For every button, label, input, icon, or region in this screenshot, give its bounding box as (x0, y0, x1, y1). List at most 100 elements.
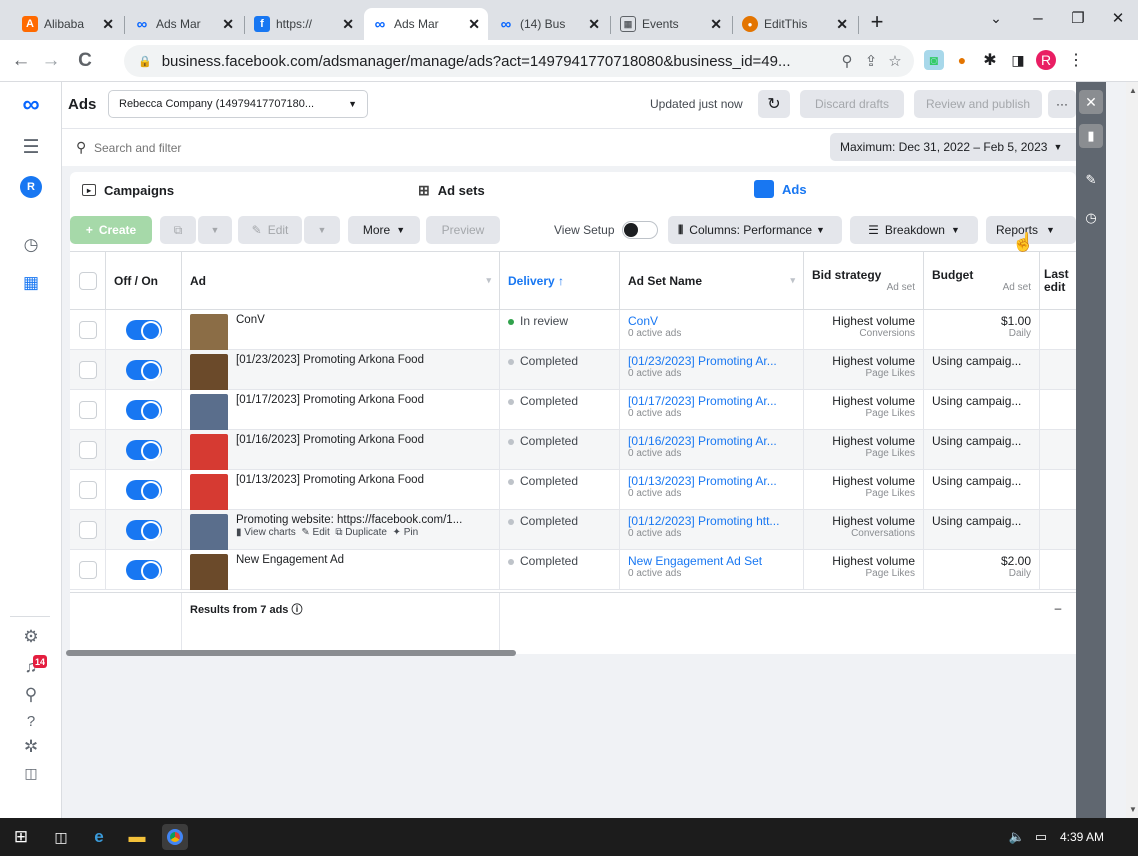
ad-on-off-toggle[interactable] (125, 400, 162, 420)
account-selector[interactable]: Rebecca Company (14979417707180... ▼ (108, 90, 368, 118)
row-checkbox[interactable] (78, 361, 97, 379)
ad-name-cell[interactable]: New Engagement Ad (182, 550, 500, 590)
network-icon[interactable]: ▭ (1028, 824, 1054, 850)
header-ad[interactable]: Ad ▾ (182, 252, 500, 310)
profile-avatar[interactable]: R (1036, 50, 1056, 70)
row-checkbox[interactable] (78, 401, 97, 419)
columns-button[interactable]: ⦀ Columns: Performance ▼ (668, 216, 842, 244)
chart-icon[interactable]: ▮ (1079, 124, 1103, 148)
edit-button[interactable]: ✎ Edit (238, 216, 302, 244)
bug-report-icon[interactable]: ✲ (18, 734, 44, 760)
pencil-icon[interactable]: ✎ (1079, 168, 1103, 192)
ad-set-link[interactable]: [01/16/2023] Promoting Ar... (628, 434, 795, 448)
browser-tab-alibaba[interactable]: A Alibaba ✕ (14, 8, 122, 40)
side-panel-icon[interactable]: ◨ (1008, 50, 1028, 70)
table-row[interactable]: [01/23/2023] Promoting Arkona Food Comple… (70, 350, 1076, 390)
settings-gear-icon[interactable]: ⚙ (18, 624, 44, 650)
maximize-button[interactable]: ❐ (1058, 0, 1098, 36)
ad-name[interactable]: New Engagement Ad (236, 554, 491, 566)
back-icon[interactable]: ← (6, 46, 36, 76)
ad-set-link[interactable]: ConV (628, 314, 795, 328)
row-checkbox[interactable] (78, 481, 97, 499)
cookie-extension-icon[interactable]: ● (952, 50, 972, 70)
ad-name[interactable]: [01/13/2023] Promoting Arkona Food (236, 474, 491, 486)
edit-dropdown[interactable]: ▼ (304, 216, 340, 244)
duplicate-button[interactable]: ⧉ (160, 216, 196, 244)
close-tab-icon[interactable]: ✕ (102, 16, 114, 33)
browser-tab-editthiscookie[interactable]: ● EditThis ✕ (734, 8, 856, 40)
tab-search-dropdown-icon[interactable]: ⌄ (976, 0, 1016, 36)
close-window-button[interactable]: ✕ (1098, 0, 1138, 36)
close-tab-icon[interactable]: ✕ (710, 16, 722, 33)
header-delivery[interactable]: Delivery ↑ (500, 252, 620, 310)
view-charts-link[interactable]: ▮ View charts (236, 527, 296, 538)
account-avatar[interactable]: R (20, 176, 42, 198)
horizontal-scrollbar[interactable] (66, 650, 516, 656)
browser-tab-ads-manager-1[interactable]: ∞ Ads Mar ✕ (126, 8, 242, 40)
row-checkbox[interactable] (78, 321, 97, 339)
header-off-on[interactable]: Off / On (106, 252, 182, 310)
search-icon[interactable]: ⚲ (18, 682, 44, 708)
ad-name-cell[interactable]: ConV (182, 310, 500, 350)
duplicate-dropdown[interactable]: ▼ (198, 216, 232, 244)
share-icon[interactable]: ⇪ (860, 50, 882, 72)
close-tab-icon[interactable]: ✕ (836, 16, 848, 33)
create-button[interactable]: + Create (70, 216, 152, 244)
bookmark-star-icon[interactable]: ☆ (884, 50, 906, 72)
ad-on-off-toggle[interactable] (125, 320, 162, 340)
browser-tab-business[interactable]: ∞ (14) Bus ✕ (490, 8, 608, 40)
address-bar[interactable]: 🔒 business.facebook.com/adsmanager/manag… (124, 45, 914, 77)
ad-on-off-toggle[interactable] (125, 360, 162, 380)
view-setup-toggle[interactable] (622, 221, 658, 239)
ad-name[interactable]: [01/17/2023] Promoting Arkona Food (236, 394, 491, 406)
meta-logo-icon[interactable]: ∞ (18, 91, 44, 118)
search-input[interactable] (94, 137, 494, 159)
ad-name-cell[interactable]: [01/23/2023] Promoting Arkona Food (182, 350, 500, 390)
ad-set-link[interactable]: [01/12/2023] Promoting htt... (628, 514, 795, 528)
preview-button[interactable]: Preview (426, 216, 500, 244)
forward-icon[interactable]: → (36, 46, 66, 76)
table-row[interactable]: ConV In review ConV 0 active ads Highest vol… (70, 310, 1076, 350)
close-tab-icon[interactable]: ✕ (342, 16, 354, 33)
minimize-button[interactable]: – (1018, 0, 1058, 36)
chrome-icon[interactable] (162, 824, 188, 850)
ad-set-link[interactable]: [01/17/2023] Promoting Ar... (628, 394, 795, 408)
row-checkbox[interactable] (78, 441, 97, 459)
ad-name[interactable]: ConV (236, 314, 491, 326)
history-icon[interactable]: ◷ (1079, 206, 1103, 230)
collapse-panel-icon[interactable]: ◫ (18, 760, 44, 786)
volume-muted-icon[interactable]: 🔈 (1004, 824, 1030, 850)
table-row[interactable]: [01/13/2023] Promoting Arkona Food Comple… (70, 470, 1076, 510)
edit-link[interactable]: ✎ Edit (301, 527, 329, 538)
zoom-icon[interactable]: ⚲ (836, 50, 858, 72)
date-range-selector[interactable]: Maximum: Dec 31, 2022 – Feb 5, 2023 ▼ (830, 133, 1076, 161)
extension-icon[interactable]: ◙ (924, 50, 944, 70)
row-checkbox[interactable] (78, 561, 97, 579)
refresh-button[interactable]: ↻ (758, 90, 790, 118)
more-options-button[interactable]: ··· (1048, 90, 1076, 118)
ad-on-off-toggle[interactable] (125, 560, 162, 580)
vertical-scrollbar[interactable]: ▲ ▼ (1126, 82, 1138, 818)
ad-name-cell[interactable]: [01/16/2023] Promoting Arkona Food (182, 430, 500, 470)
pin-link[interactable]: ✦ Pin (393, 527, 419, 538)
tab-ads[interactable]: Ads (746, 172, 1076, 208)
ad-name-cell[interactable]: [01/13/2023] Promoting Arkona Food (182, 470, 500, 510)
duplicate-link[interactable]: ⧉ Duplicate (335, 527, 387, 538)
ad-set-link[interactable]: New Engagement Ad Set (628, 554, 795, 568)
tab-campaigns[interactable]: ▸ Campaigns (70, 172, 410, 208)
task-view-icon[interactable]: ◫ (48, 824, 74, 850)
browser-tab-ads-manager-active[interactable]: ∞ Ads Mar ✕ (364, 8, 488, 40)
close-panel-icon[interactable]: ✕ (1079, 90, 1103, 114)
hamburger-menu-icon[interactable]: ☰ (18, 134, 44, 160)
close-tab-icon[interactable]: ✕ (588, 16, 600, 33)
kebab-menu-icon[interactable]: ⋮ (1066, 50, 1086, 70)
ad-set-link[interactable]: [01/23/2023] Promoting Ar... (628, 354, 795, 368)
tab-ad-sets[interactable]: ⊞ Ad sets (410, 172, 746, 208)
header-ad-set-name[interactable]: Ad Set Name ▾ (620, 252, 804, 310)
row-checkbox[interactable] (78, 521, 97, 539)
more-button[interactable]: More ▼ (348, 216, 420, 244)
close-tab-icon[interactable]: ✕ (222, 16, 234, 33)
help-icon[interactable]: ? (18, 708, 44, 734)
reload-icon[interactable]: C (70, 46, 100, 76)
ad-on-off-toggle[interactable] (125, 440, 162, 460)
